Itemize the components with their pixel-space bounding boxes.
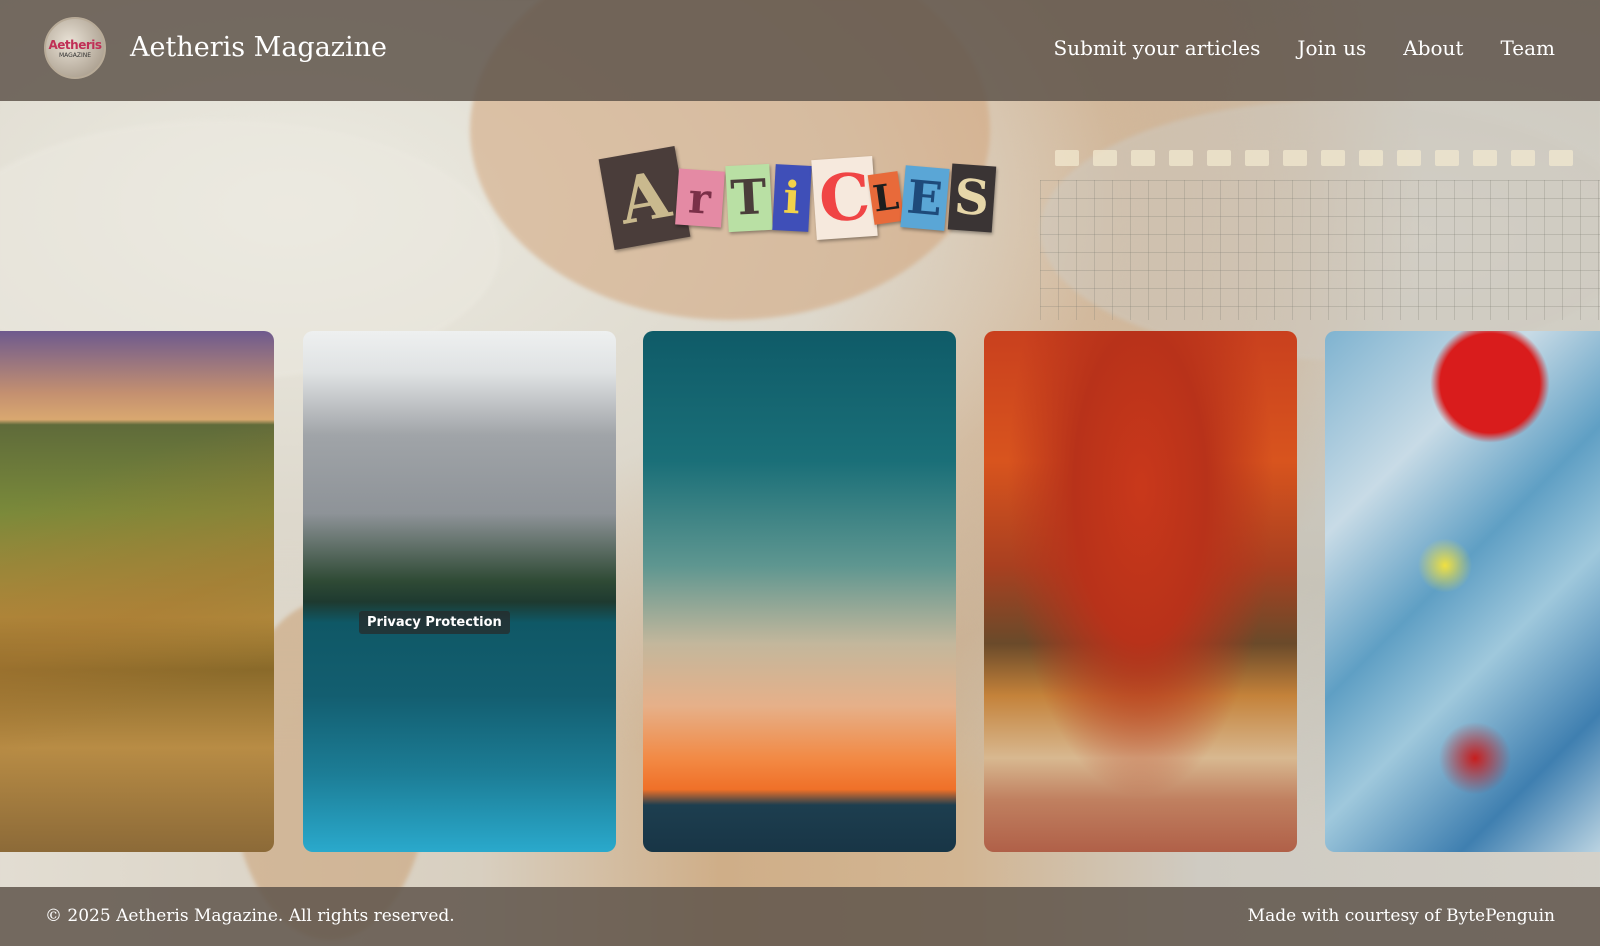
article-carousel[interactable]: Privacy Protection [0, 331, 1600, 852]
title-letter: C [811, 155, 878, 241]
page-title-articles: A r T i C L E S [598, 142, 997, 254]
site-title[interactable]: Aetheris Magazine [130, 32, 387, 63]
copyright-text: © 2025 Aetheris Magazine. All rights res… [45, 906, 455, 926]
main-nav: Submit your articles Join us About Team [1054, 36, 1555, 60]
site-logo[interactable]: Aetheris MAGAZINE [44, 17, 106, 79]
nav-team[interactable]: Team [1500, 36, 1555, 60]
nav-submit-articles[interactable]: Submit your articles [1054, 36, 1261, 60]
site-footer: © 2025 Aetheris Magazine. All rights res… [0, 887, 1600, 946]
title-letter: T [725, 163, 772, 233]
background-film-strip [1055, 150, 1573, 166]
title-letter: L [867, 171, 905, 225]
article-card[interactable] [1325, 331, 1600, 852]
privacy-protection-badge: Privacy Protection [359, 611, 510, 634]
title-letter: i [772, 164, 812, 232]
logo-subtext: MAGAZINE [58, 51, 92, 59]
nav-about[interactable]: About [1403, 36, 1463, 60]
article-card[interactable] [643, 331, 956, 852]
nav-join-us[interactable]: Join us [1297, 36, 1366, 60]
title-letter: S [948, 163, 997, 233]
title-letter: E [900, 165, 950, 231]
article-card[interactable] [0, 331, 274, 852]
logo-text: Aetheris [48, 37, 102, 52]
article-card[interactable] [984, 331, 1297, 852]
title-letter: r [675, 168, 725, 228]
credit-text: Made with courtesy of BytePenguin [1247, 906, 1555, 926]
background-grid [1040, 180, 1600, 320]
site-header: Aetheris MAGAZINE Aetheris Magazine Subm… [0, 0, 1600, 101]
article-card[interactable]: Privacy Protection [303, 331, 616, 852]
